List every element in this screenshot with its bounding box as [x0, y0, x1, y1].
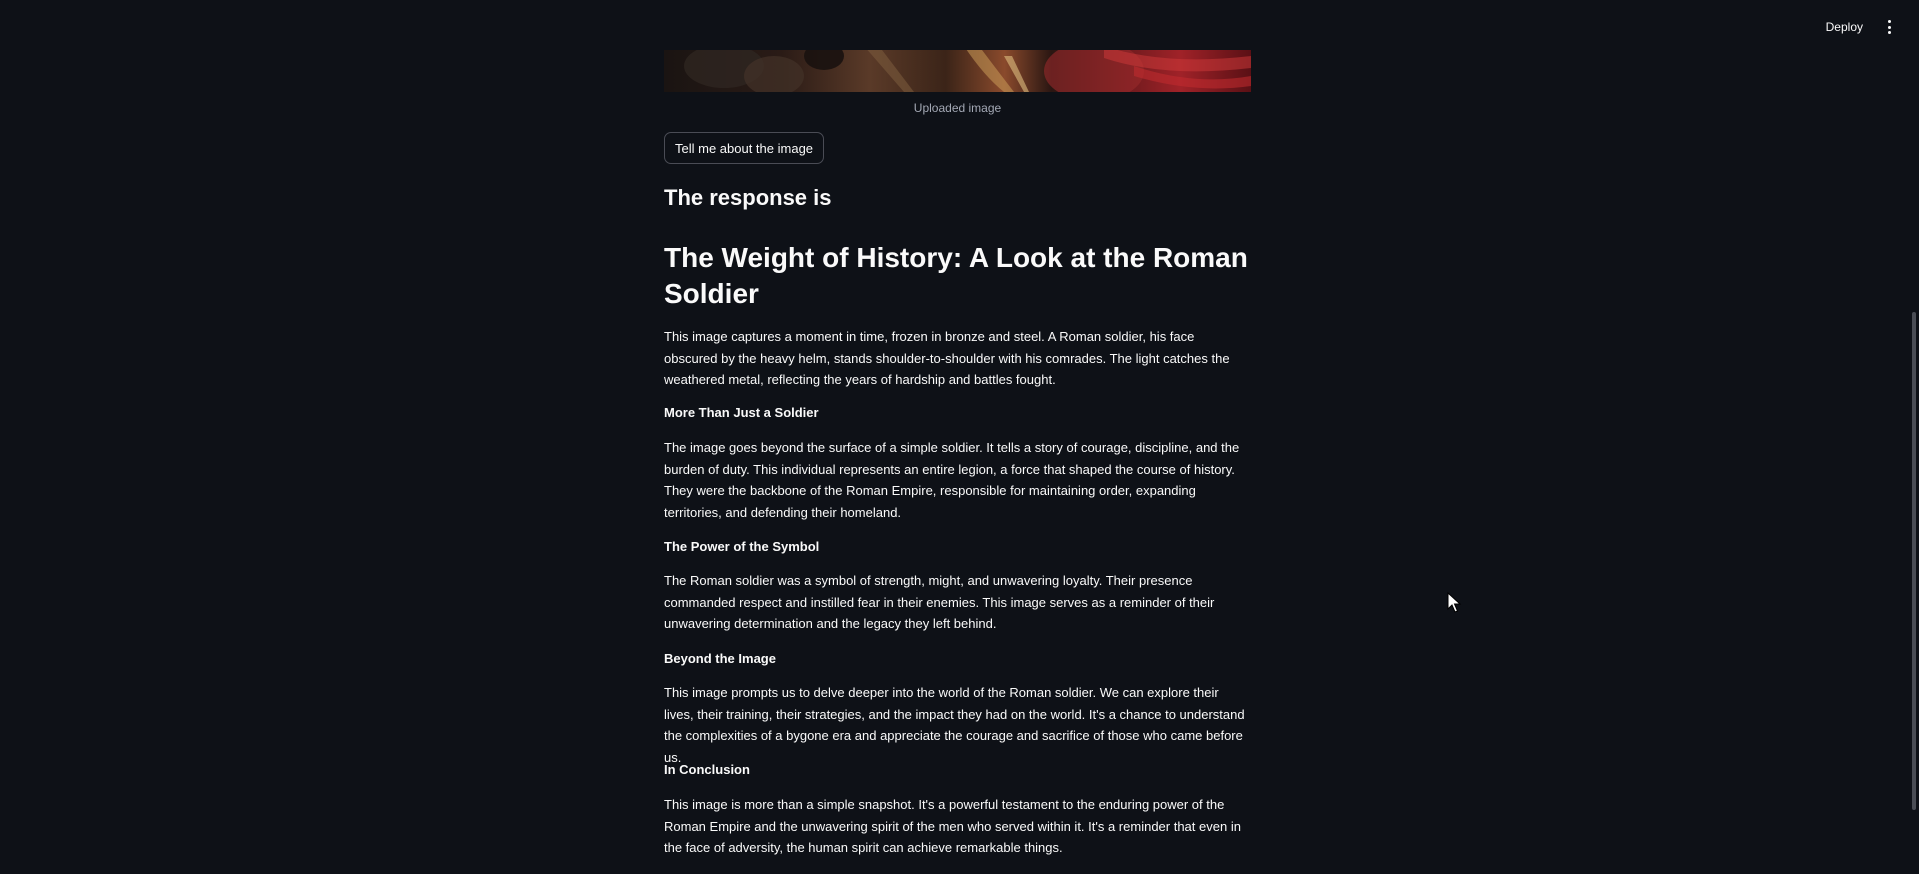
section-text: This image is more than a simple snapsho…: [664, 797, 1241, 855]
response-title: The Weight of History: A Look at the Rom…: [664, 242, 1248, 309]
section-text: This image prompts us to delve deeper in…: [664, 685, 1245, 765]
deploy-button[interactable]: Deploy: [1820, 16, 1869, 38]
section-title: In Conclusion: [664, 762, 750, 777]
mouse-cursor-icon: [1447, 592, 1462, 613]
app-header: Deploy: [0, 0, 1919, 50]
section-text: The image goes beyond the surface of a s…: [664, 440, 1240, 520]
image-caption: Uploaded image: [913, 101, 1002, 115]
response-intro: This image captures a moment in time, fr…: [664, 329, 1230, 387]
menu-dot: [1887, 20, 1891, 23]
app-window: Deploy Uploaded image Tell me about the …: [0, 0, 1919, 874]
scrollbar-thumb[interactable]: [1912, 312, 1916, 810]
tell-me-about-image-button[interactable]: Tell me about the image: [664, 132, 825, 164]
uploaded-image: [664, 46, 1251, 92]
uploaded-image-graphic: [684, 46, 1251, 92]
response-heading: The response is: [664, 185, 832, 210]
kebab-menu-icon[interactable]: [1883, 17, 1895, 37]
menu-dot: [1887, 25, 1891, 29]
section-title: Beyond the Image: [664, 651, 776, 666]
menu-dot: [1887, 31, 1891, 34]
section-text: The Roman soldier was a symbol of streng…: [664, 573, 1215, 631]
section-title: More Than Just a Soldier: [664, 405, 819, 420]
section-title: The Power of the Symbol: [664, 539, 820, 554]
